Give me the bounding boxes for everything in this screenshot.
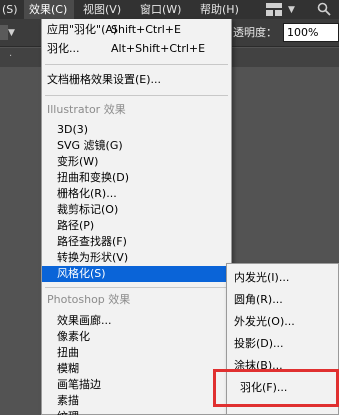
- menu-item-label: 变形(W): [57, 155, 99, 168]
- menu-item-warp[interactable]: 变形(W): [42, 154, 231, 170]
- menu-item-label: 效果画廊...: [57, 314, 112, 327]
- menu-item-label: 栅格化(R)...: [57, 187, 117, 200]
- opacity-label: 透明度：: [233, 26, 277, 39]
- illustrator-effects-header: Illustrator 效果: [47, 103, 126, 116]
- menu-item-3d[interactable]: 3D(3): [42, 122, 231, 138]
- menu-item-label: 风格化(S): [57, 267, 106, 280]
- workspace-switcher-icon[interactable]: [266, 3, 282, 16]
- menu-item-effect-gallery[interactable]: 效果画廊...: [42, 313, 231, 329]
- menu-item-sketch[interactable]: 素描: [42, 393, 231, 409]
- menu-item-rasterize[interactable]: 栅格化(R)...: [42, 186, 231, 202]
- menu-item-label: 应用"羽化"(A): [47, 23, 118, 36]
- menu-item-label: SVG 滤镜(G): [57, 139, 123, 152]
- menu-item-crop-marks[interactable]: 裁剪标记(O): [42, 202, 231, 218]
- menu-item-shortcut: Shift+Ctrl+E: [111, 23, 181, 36]
- menu-item-last-effect[interactable]: 羽化... Alt+Shift+Ctrl+E: [42, 41, 231, 57]
- menu-select[interactable]: (S): [1, 0, 23, 19]
- menu-item-label: 转换为形状(V): [57, 251, 129, 264]
- annotation-highlight-box: [213, 369, 339, 407]
- opacity-input[interactable]: 100%: [283, 23, 339, 42]
- submenu-item-label: 外发光(O)...: [234, 315, 295, 328]
- menu-bar: (S) 效果(C) 视图(V) 窗口(W) 帮助(H) ▼: [0, 0, 339, 19]
- menu-window[interactable]: 窗口(W): [137, 0, 191, 19]
- menu-item-label: 羽化...: [47, 42, 80, 55]
- submenu-item-round-corners[interactable]: 圆角(R)...: [227, 289, 338, 311]
- submenu-item-label: 投影(D)...: [234, 337, 284, 350]
- menu-separator: [45, 287, 228, 288]
- menu-item-apply-last-effect[interactable]: 应用"羽化"(A) Shift+Ctrl+E: [42, 22, 231, 38]
- menu-separator: [45, 95, 228, 96]
- menu-item-label: 模糊: [57, 362, 79, 375]
- menu-item-convert-to-shape[interactable]: 转换为形状(V): [42, 250, 231, 266]
- chevron-down-icon[interactable]: ▼: [288, 1, 295, 19]
- menu-item-label: 裁剪标记(O): [57, 203, 119, 216]
- menu-item-label: 扭曲: [57, 346, 79, 359]
- menu-help[interactable]: 帮助(H): [197, 0, 249, 19]
- menu-item-path[interactable]: 路径(P): [42, 218, 231, 234]
- dot-icon: ·: [9, 51, 13, 62]
- menu-effect[interactable]: 效果(C): [24, 0, 74, 19]
- menu-item-shortcut: Alt+Shift+Ctrl+E: [111, 42, 206, 55]
- search-icon[interactable]: [317, 2, 331, 16]
- menu-item-raster-settings[interactable]: 文档栅格效果设置(E)...: [42, 72, 231, 88]
- menu-item-label: 画笔描边: [57, 378, 101, 391]
- menu-item-svg-filters[interactable]: SVG 滤镜(G): [42, 138, 231, 154]
- submenu-item-label: 圆角(R)...: [234, 293, 283, 306]
- menu-separator: [45, 64, 228, 65]
- menu-item-distort-transform[interactable]: 扭曲和变换(D): [42, 170, 231, 186]
- menu-item-blur[interactable]: 模糊: [42, 361, 231, 377]
- effect-menu-dropdown: 应用"羽化"(A) Shift+Ctrl+E 羽化... Alt+Shift+C…: [41, 19, 232, 415]
- menu-item-label: 文档栅格效果设置(E)...: [47, 73, 162, 86]
- photoshop-effects-header: Photoshop 效果: [47, 293, 131, 306]
- menu-item-label: 3D(3): [57, 123, 89, 136]
- submenu-item-label: 内发光(I)...: [234, 271, 290, 284]
- chevron-down-icon[interactable]: ▼: [8, 24, 15, 42]
- menu-item-label: 路径(P): [57, 219, 95, 232]
- menu-view[interactable]: 视图(V): [80, 0, 126, 19]
- menu-item-brush-strokes[interactable]: 画笔描边: [42, 377, 231, 393]
- submenu-item-inner-glow[interactable]: 内发光(I)...: [227, 267, 338, 289]
- submenu-item-outer-glow[interactable]: 外发光(O)...: [227, 311, 338, 333]
- menu-item-label: 路径查找器(F): [57, 235, 127, 248]
- menu-item-label: 纹理: [57, 409, 79, 415]
- menu-item-label: 素描: [57, 394, 79, 407]
- menu-item-pixelate[interactable]: 像素化: [42, 329, 231, 345]
- menu-item-label: 像素化: [57, 330, 90, 343]
- menu-item-distort[interactable]: 扭曲: [42, 345, 231, 361]
- submenu-item-drop-shadow[interactable]: 投影(D)...: [227, 333, 338, 355]
- menu-item-texture[interactable]: 纹理: [42, 409, 231, 415]
- menu-item-stylize[interactable]: 风格化(S): [42, 266, 231, 282]
- tool-chip[interactable]: [0, 25, 8, 40]
- menu-item-pathfinder[interactable]: 路径查找器(F): [42, 234, 231, 250]
- menu-item-label: 扭曲和变换(D): [57, 171, 130, 184]
